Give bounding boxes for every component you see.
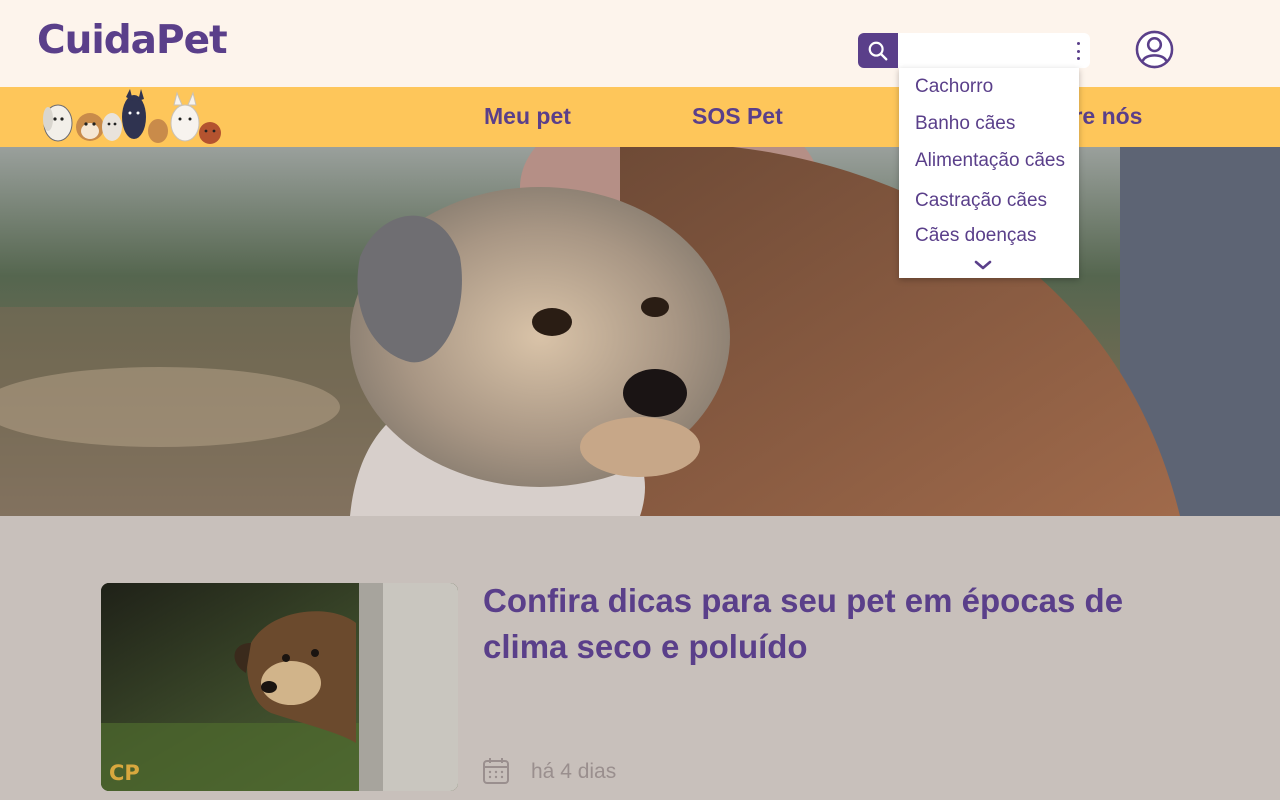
site-logo[interactable]: CuidaPet bbox=[37, 18, 228, 63]
site-header: CuidaPet bbox=[0, 0, 1280, 87]
suggestion-caes-doencas[interactable]: Cães doenças bbox=[915, 225, 1036, 247]
chevron-down-icon[interactable] bbox=[973, 258, 993, 272]
hero-image bbox=[0, 147, 1280, 516]
search-input[interactable] bbox=[898, 33, 1090, 68]
article-photo bbox=[101, 583, 458, 791]
article-title[interactable]: Confira dicas para seu pet em épocas de … bbox=[483, 578, 1183, 670]
hero-photo bbox=[0, 147, 1280, 516]
calendar-icon bbox=[483, 758, 509, 784]
page: CuidaPet Meu pet SOS Pet Sobre nós Cacho… bbox=[0, 0, 1280, 800]
suggestion-castracao-caes[interactable]: Castração cães bbox=[915, 190, 1047, 212]
more-vertical-icon[interactable] bbox=[1072, 42, 1084, 60]
main-nav: Meu pet SOS Pet Sobre nós bbox=[0, 87, 1280, 147]
article-date: há 4 dias bbox=[531, 760, 617, 783]
suggestion-cachorro[interactable]: Cachorro bbox=[915, 76, 993, 98]
nav-item-sos-pet[interactable]: SOS Pet bbox=[692, 103, 783, 130]
dogs-illustration bbox=[43, 89, 221, 144]
search-icon bbox=[868, 41, 888, 60]
search-suggestions-dropdown: Cachorro Banho cães Alimentação cães Cas… bbox=[899, 68, 1079, 278]
brand-watermark: CP bbox=[109, 761, 140, 785]
suggestion-banho-caes[interactable]: Banho cães bbox=[915, 113, 1015, 135]
article-thumbnail[interactable]: CP bbox=[101, 583, 458, 791]
nav-item-meu-pet[interactable]: Meu pet bbox=[484, 103, 571, 130]
search-bar bbox=[858, 33, 1090, 68]
suggestion-alimentacao-caes[interactable]: Alimentação cães bbox=[915, 150, 1065, 172]
user-circle-icon[interactable] bbox=[1135, 30, 1174, 69]
search-button[interactable] bbox=[858, 33, 898, 68]
